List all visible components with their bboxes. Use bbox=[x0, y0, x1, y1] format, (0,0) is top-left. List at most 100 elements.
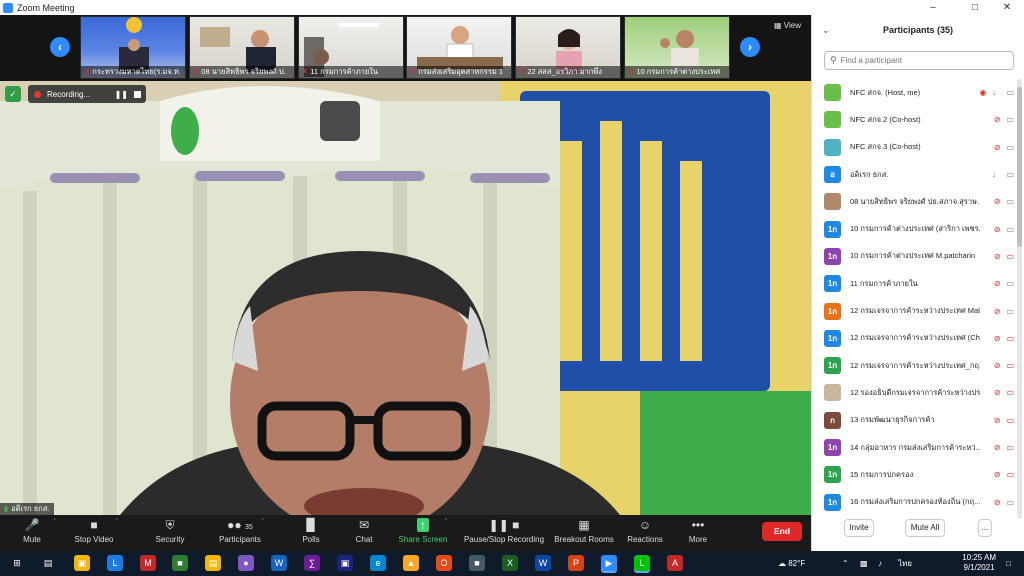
video-off-icon[interactable]: ▭ bbox=[1006, 416, 1014, 425]
share-screen-button[interactable]: ↑ Share Screen ˆ bbox=[393, 517, 453, 544]
invite-button[interactable]: Invite bbox=[844, 519, 874, 537]
app-icon[interactable]: ▣ bbox=[337, 555, 353, 571]
shield-icon[interactable]: ✓ bbox=[5, 86, 21, 102]
pause-stop-recording-button[interactable]: ❚❚ ■ Pause/Stop Recording bbox=[458, 517, 550, 544]
pause-recording-icon[interactable]: ❚❚ bbox=[115, 90, 128, 99]
file-explorer-icon[interactable]: ▤ bbox=[205, 555, 221, 571]
app-icon[interactable]: ▲ bbox=[403, 555, 419, 571]
video-thumbnail[interactable]: ✗ 10 กรมการค้าต่างประเทศ bbox=[624, 16, 730, 79]
scrollbar-thumb[interactable] bbox=[1017, 87, 1022, 247]
app-icon[interactable]: ■ bbox=[172, 555, 188, 571]
line-icon[interactable]: L bbox=[634, 555, 650, 571]
mic-muted-icon[interactable]: ⊘ bbox=[994, 470, 1001, 479]
panel-scrollbar[interactable] bbox=[1017, 79, 1022, 519]
store-icon[interactable]: ▣ bbox=[74, 555, 90, 571]
participant-row[interactable]: NFC สกจ.3 (Co-host) ⊘ ▭ bbox=[812, 134, 1018, 161]
mic-muted-icon[interactable]: ⊘ bbox=[994, 334, 1001, 343]
chevron-up-icon[interactable]: ˆ bbox=[445, 519, 447, 526]
mic-muted-icon[interactable]: ⊘ bbox=[994, 252, 1001, 261]
breakout-rooms-button[interactable]: ▦ Breakout Rooms bbox=[550, 517, 618, 544]
participant-row[interactable]: ออดิเรก ธกส. ♩ ▭ bbox=[812, 161, 1018, 188]
powerpoint-icon[interactable]: P bbox=[568, 555, 584, 571]
video-thumbnail[interactable]: ✗ 11 กรมการค้าภายใน bbox=[298, 16, 404, 79]
chevron-down-icon[interactable]: ⌄ bbox=[822, 15, 830, 45]
video-off-icon[interactable]: ▭ bbox=[1006, 388, 1014, 397]
stop-recording-icon[interactable] bbox=[134, 90, 141, 98]
video-thumbnail[interactable]: ✗ 08 นายสิทธิพร จริยพงศ์ ป. bbox=[189, 16, 295, 79]
video-camera-icon[interactable]: ▭ bbox=[1006, 279, 1014, 288]
mic-muted-icon[interactable]: ⊘ bbox=[994, 443, 1001, 452]
video-camera-icon[interactable]: ▭ bbox=[1006, 88, 1014, 97]
participant-row[interactable]: NFC สกจ.2 (Co-host) ⊘ ▭ bbox=[812, 106, 1018, 133]
video-off-icon[interactable]: ▭ bbox=[1006, 470, 1014, 479]
weather[interactable]: ☁ 82°F bbox=[778, 551, 805, 576]
reactions-button[interactable]: ☺ Reactions bbox=[615, 517, 675, 544]
office-icon[interactable]: O bbox=[436, 555, 452, 571]
chevron-up-icon[interactable]: ˆ bbox=[116, 519, 118, 526]
participant-row[interactable]: 1ก 11 กรมการค้าภายใน ⊘ ▭ bbox=[812, 270, 1018, 297]
mute-button[interactable]: 🎤 Mute ˆ bbox=[2, 517, 62, 544]
mic-muted-icon[interactable]: ⊘ bbox=[994, 416, 1001, 425]
notification-icon[interactable]: □ bbox=[1006, 551, 1011, 576]
polls-button[interactable]: ▉ Polls bbox=[281, 517, 341, 544]
word-viewer-icon[interactable]: W bbox=[271, 555, 287, 571]
end-meeting-button[interactable]: End bbox=[762, 522, 802, 541]
network-icon[interactable]: ▩ bbox=[860, 551, 868, 576]
maximize-button[interactable]: □ bbox=[958, 0, 992, 15]
video-off-icon[interactable]: ▭ bbox=[1006, 443, 1014, 452]
video-camera-icon[interactable]: ▭ bbox=[1006, 197, 1014, 206]
prev-page-button[interactable]: ‹ bbox=[50, 37, 70, 57]
video-off-icon[interactable]: ▭ bbox=[1006, 334, 1014, 343]
video-camera-icon[interactable]: ▭ bbox=[1006, 143, 1014, 152]
mic-muted-icon[interactable]: ⊘ bbox=[994, 279, 1001, 288]
zoom-icon[interactable]: ▶ bbox=[601, 555, 617, 571]
mute-all-button[interactable]: Mute All bbox=[905, 519, 945, 537]
participant-search[interactable]: ⚲ bbox=[824, 51, 1014, 70]
participant-row[interactable]: 1ก 14 กลุ่มอาหาร กรมส่งเสริมการค้าระหว่..… bbox=[812, 434, 1018, 461]
app-icon[interactable]: ■ bbox=[469, 555, 485, 571]
video-camera-icon[interactable]: ▭ bbox=[1006, 170, 1014, 179]
chevron-up-icon[interactable]: ˆ bbox=[54, 519, 56, 526]
language-indicator[interactable]: ไทย bbox=[898, 551, 912, 576]
launcher-l-icon[interactable]: L bbox=[107, 555, 123, 571]
speaker-icon[interactable]: ♪ bbox=[878, 551, 882, 576]
video-thumbnail[interactable]: ✗ 22 สสส_อรวิภา มากพึ่ง bbox=[515, 16, 621, 79]
participant-row[interactable]: 1ก 12 กรมเจรจาการค้าระหว่างประเทศ Malai_.… bbox=[812, 297, 1018, 324]
search-input[interactable] bbox=[840, 56, 1001, 65]
mic-muted-icon[interactable]: ⊘ bbox=[994, 498, 1001, 507]
system-tray-chevron[interactable]: ⌃ bbox=[842, 551, 849, 576]
task-view-icon[interactable]: ▤ bbox=[40, 555, 56, 571]
participant-row[interactable]: 1ก 10 กรมการค้าต่างประเทศ (สาริกา เพชร...… bbox=[812, 215, 1018, 242]
participant-row[interactable]: 08 นายสิทธิพร จริยพงศ์ ปธ.สภาจ.สุราษ... ⊘… bbox=[812, 188, 1018, 215]
microphone-icon[interactable]: ♩ bbox=[992, 88, 1000, 97]
participant-row[interactable]: 1ก 12 กรมเจรจาการค้าระหว่างประเทศ (Chonti… bbox=[812, 325, 1018, 352]
video-camera-icon[interactable]: ▭ bbox=[1006, 498, 1014, 507]
excel-icon[interactable]: X bbox=[502, 555, 518, 571]
video-off-icon[interactable]: ▭ bbox=[1006, 252, 1014, 261]
mic-muted-icon[interactable]: ⊘ bbox=[994, 143, 1001, 152]
participant-row[interactable]: ก 13 กรมพัฒนาธุรกิจการค้า ⊘ ▭ bbox=[812, 407, 1018, 434]
more-button[interactable]: ••• More bbox=[668, 517, 728, 544]
paint-icon[interactable]: ● bbox=[238, 555, 254, 571]
video-off-icon[interactable]: ▭ bbox=[1006, 361, 1014, 370]
chat-button[interactable]: ✉ Chat bbox=[334, 517, 394, 544]
video-thumbnail[interactable]: ✗ กรมส่งเสริมอุตสาหกรรม 1 bbox=[406, 16, 512, 79]
edge-icon[interactable]: e bbox=[370, 555, 386, 571]
view-button[interactable]: ▦ View bbox=[774, 21, 801, 30]
mic-muted-icon[interactable]: ⊘ bbox=[994, 361, 1001, 370]
video-camera-icon[interactable]: ▭ bbox=[1006, 225, 1014, 234]
participant-row[interactable]: 1ก 10 กรมการค้าต่างประเทศ M.patcharin ⊘ ▭ bbox=[812, 243, 1018, 270]
next-page-button[interactable]: › bbox=[740, 37, 760, 57]
participant-row[interactable]: 1ก 16 กรมส่งเสริมการปกครองท้องถิ่น (กฤ...… bbox=[812, 488, 1018, 515]
close-button[interactable]: ✕ bbox=[990, 0, 1024, 15]
mcafee-icon[interactable]: M bbox=[140, 555, 156, 571]
mic-muted-icon[interactable]: ⊘ bbox=[994, 197, 1001, 206]
mic-muted-icon[interactable]: ⊘ bbox=[994, 115, 1001, 124]
windows-start-icon[interactable]: ⊞ bbox=[9, 555, 25, 571]
mic-muted-icon[interactable]: ⊘ bbox=[994, 225, 1001, 234]
video-camera-icon[interactable]: ▭ bbox=[1006, 307, 1014, 316]
mic-muted-icon[interactable]: ⊘ bbox=[994, 307, 1001, 316]
minimize-button[interactable]: – bbox=[916, 0, 950, 15]
participant-row[interactable]: 12 รองอธิบดีกรมเจรจาการค้าระหว่างปร... ⊘ ▭ bbox=[812, 379, 1018, 406]
visual-studio-icon[interactable]: ∑ bbox=[304, 555, 320, 571]
